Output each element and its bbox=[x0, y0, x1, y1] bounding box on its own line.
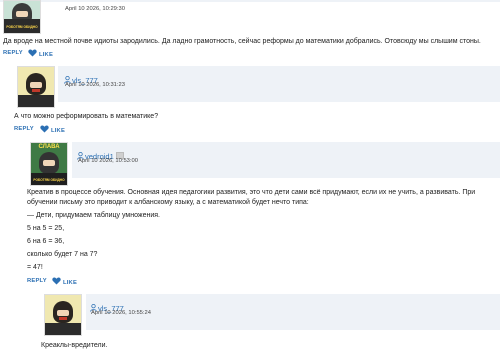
comment-text-line: Креатив в процессе обучения. Основная ид… bbox=[27, 189, 476, 196]
avatar-face bbox=[16, 11, 28, 17]
like-label: LIKE bbox=[51, 128, 66, 134]
avatar-shirt bbox=[18, 95, 54, 107]
avatar-mouth bbox=[32, 89, 40, 92]
like-label: LIKE bbox=[63, 280, 78, 286]
comment-text: А что можно реформировать в математике? bbox=[14, 113, 159, 120]
avatar-face bbox=[30, 82, 42, 88]
like-button[interactable]: LIKE bbox=[52, 277, 77, 286]
like-label: LIKE bbox=[39, 52, 54, 58]
like-button[interactable]: LIKE bbox=[40, 125, 65, 134]
comment-text: Да вроде на местной почве идиоты зародил… bbox=[3, 38, 481, 45]
avatar[interactable]: РОБОТЯМ ОБИДНО bbox=[3, 0, 41, 34]
comment-text-line: обучении письму это приводит к албанском… bbox=[27, 199, 309, 206]
comment-date: April 10 2026, 10:29:30 bbox=[65, 6, 125, 12]
avatar-caption-top: СЛАВА bbox=[38, 144, 60, 150]
avatar-face bbox=[43, 160, 55, 166]
comment-text-line: 5 на 5 = 25, bbox=[27, 225, 65, 232]
like-button[interactable]: LIKE bbox=[28, 49, 53, 58]
heart-icon bbox=[52, 277, 61, 285]
heart-icon bbox=[40, 125, 49, 133]
reply-button[interactable]: REPLY bbox=[3, 50, 23, 56]
avatar-caption-bottom: РОБОТЯМ ОБИДНО bbox=[33, 178, 65, 182]
avatar[interactable]: СЛАВА РОБОТЯМ ОБИДНО bbox=[30, 142, 68, 186]
comment-text-line: 6 на 6 = 36, bbox=[27, 238, 65, 245]
avatar-face bbox=[57, 310, 69, 316]
comment-text-line: — Дети, придумаем таблицу умножения. bbox=[27, 212, 160, 219]
avatar[interactable] bbox=[44, 294, 82, 336]
comment-date: April 10 2026, 10:53:00 bbox=[78, 158, 138, 164]
comment-text: Креаклы-вредители. bbox=[41, 342, 108, 349]
comment-text-line: = 47! bbox=[27, 264, 43, 271]
avatar-caption: РОБОТЯМ ОБИДНО bbox=[6, 25, 38, 29]
avatar-shirt bbox=[45, 323, 81, 335]
reply-button[interactable]: REPLY bbox=[14, 126, 34, 132]
avatar-mouth bbox=[59, 317, 67, 320]
comment-date: April 10 2026, 10:31:23 bbox=[65, 82, 125, 88]
avatar[interactable] bbox=[17, 66, 55, 108]
reply-button[interactable]: REPLY bbox=[27, 278, 47, 284]
top-strip bbox=[0, 0, 500, 2]
comment-date: April 10 2026, 10:55:24 bbox=[91, 310, 151, 316]
comment-text-line: сколько будет 7 на 7? bbox=[27, 251, 98, 258]
heart-icon bbox=[28, 49, 37, 57]
